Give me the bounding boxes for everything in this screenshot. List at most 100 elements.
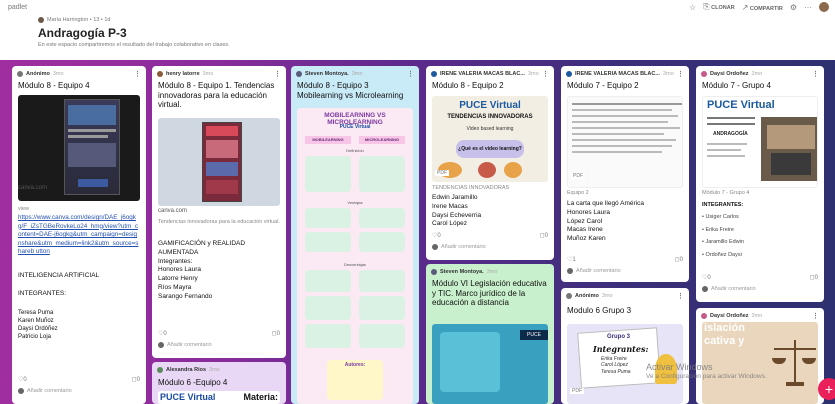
add-comment[interactable]: Añadir comentario (567, 268, 683, 274)
body-line: Carol López (432, 220, 468, 228)
page-description: En este espacio compartiremos el resulta… (38, 42, 230, 48)
post-title: Módulo 6 -Equipo 4 (158, 378, 228, 387)
like-button[interactable]: ♡0 (432, 232, 441, 239)
like-button[interactable]: ♡0 (158, 330, 167, 337)
post-thumbnail[interactable]: PUCE (432, 324, 548, 404)
poster-line: ANDRAGOGÍA (713, 131, 748, 137)
post-card[interactable]: Daysi Ordoñez 3mo ⋮ Módulo 7 - Grupo 4 P… (696, 66, 824, 302)
like-button[interactable]: ♡0 (702, 274, 711, 281)
body-line: Ríos Mayra (158, 283, 192, 291)
like-button[interactable]: ♡1 (567, 256, 576, 263)
post-time: 3mo (209, 367, 220, 373)
post-menu-icon[interactable]: ⋮ (407, 70, 414, 78)
share-button[interactable]: ↗ COMPARTIR (742, 3, 783, 12)
post-time: 3mo (52, 71, 64, 77)
comment-count[interactable]: ◻0 (540, 232, 548, 239)
post-body: GAMIFICACIÓN y REALIDAD AUMENTADA Integr… (158, 240, 280, 301)
add-comment[interactable]: Añadir comentario (702, 286, 818, 292)
post-card[interactable]: henry latorre 3mo ⋮ Módulo 8 - Equipo 1.… (152, 66, 286, 358)
comment-count[interactable]: ◻0 (132, 376, 140, 383)
poster-authors: Autores: (344, 362, 366, 368)
post-thumbnail[interactable]: PUCE Virtual Materia: (158, 391, 280, 404)
add-post-button[interactable]: + (818, 378, 835, 400)
commenter-avatar (18, 388, 24, 394)
body-line: Teresa Puma (18, 309, 54, 316)
post-card[interactable]: Steven Montoya. 3mo Módulo VI Legislació… (426, 264, 554, 404)
post-time: 3mo (751, 313, 763, 319)
post-thumbnail[interactable]: MOBILEARNING VS MICROLEARNING PUCE Virtu… (297, 108, 413, 404)
post-avatar (157, 71, 163, 77)
post-thumbnail[interactable]: PDF (567, 96, 683, 188)
comment-count[interactable]: ◻0 (272, 330, 280, 337)
post-menu-icon[interactable]: ⋮ (812, 70, 819, 78)
post-thumbnail[interactable] (158, 118, 280, 206)
post-time: 3mo (202, 71, 214, 77)
post-card[interactable]: Steven Montoya. 3mo ⋮ Módulo 8 - Equipo … (291, 66, 419, 404)
add-comment[interactable]: Añadir comentario (158, 342, 280, 348)
post-link[interactable]: https://www.canva.com/design/DAE_j6ogkg/… (18, 214, 140, 257)
add-comment[interactable]: Añadir comentario (18, 388, 140, 394)
post-card[interactable]: IRENE VALERIA MACAS BLAC... 3mo ⋮ Módulo… (561, 66, 689, 282)
post-reactions: ♡0 ◻0 (18, 376, 140, 383)
post-card[interactable]: Anónimo 3mo ⋮ Modulo 6 Grupo 3 Grupo 3 I… (561, 288, 689, 404)
poster-brand: PUCE Virtual (459, 100, 521, 111)
post-card[interactable]: Anónimo 3mo ⋮ Módulo 8 - Equipo 4 canva.… (12, 66, 146, 404)
file-tag: PDF (571, 173, 585, 179)
poster-section: Ventajas (347, 200, 363, 205)
app-brand[interactable]: padlet (8, 4, 27, 11)
post-avatar (431, 71, 437, 77)
page-title: Andragogía P-3 (38, 26, 127, 40)
post-menu-icon[interactable]: ⋮ (677, 292, 684, 300)
post-menu-icon[interactable]: ⋮ (812, 312, 819, 320)
post-author: henry latorre (166, 71, 200, 77)
post-card[interactable]: Daysi Ordoñez 3mo ⋮ islación cativa y (696, 308, 824, 404)
body-line: La carta que llegó América (567, 200, 644, 207)
post-author: Daysi Ordoñez (710, 71, 749, 77)
post-header: IRENE VALERIA MACAS BLAC... 3mo ⋮ (566, 70, 684, 78)
post-menu-icon[interactable]: ⋮ (274, 70, 281, 78)
gear-icon[interactable]: ⚙ (790, 3, 797, 12)
post-title: Módulo 8 - Equipo 2 (432, 81, 504, 90)
body-line: • Usiger Carlos (702, 214, 739, 221)
poster-line: Grupo 3 (607, 334, 631, 340)
body-line: Karen Muñoz (18, 317, 54, 324)
post-reactions: ♡0 ◻0 (702, 274, 818, 281)
post-subtitle: TENDENCIAS INNOVADORAS (432, 185, 510, 191)
like-button[interactable]: ♡0 (18, 376, 27, 383)
body-line: Sarango Fernando (158, 292, 213, 300)
post-title: Módulo 8 - Equipo 1. Tendencias innovado… (158, 81, 275, 110)
post-header: IRENE VALERIA MACAS BLAC... 3mo ⋮ (431, 70, 549, 78)
body-line: • Ordoñez Daysi (702, 251, 742, 258)
board-author: María Harrington • 13 • 1d (38, 17, 110, 23)
post-time: 3mo (351, 71, 363, 77)
poster-question: ¿Qué es el video learning? (456, 140, 524, 158)
poster-brand: PUCE Virtual (339, 124, 371, 130)
commenter-avatar (158, 342, 164, 348)
add-comment[interactable]: Añadir comentario (432, 244, 548, 250)
body-line: • Jaramillo Edwin (702, 239, 744, 246)
post-author: IRENE VALERIA MACAS BLAC... (575, 71, 660, 77)
post-menu-icon[interactable]: ⋮ (677, 70, 684, 78)
post-title: Módulo VI Legislación educativa y TIC. M… (432, 279, 547, 308)
user-avatar[interactable] (819, 2, 829, 12)
file-tag: PDF (435, 170, 449, 176)
poster-col-a: MOBILEARNING (305, 136, 351, 144)
post-thumbnail[interactable]: PUCE Virtual TENDENCIAS INNOVADORAS Vide… (432, 96, 548, 182)
body-line: INTEGRANTES: (702, 202, 744, 208)
comment-count[interactable]: ◻0 (675, 256, 683, 263)
post-card[interactable]: IRENE VALERIA MACAS BLAC... 3mo ⋮ Módulo… (426, 66, 554, 260)
post-author: Daysi Ordoñez (710, 313, 749, 319)
poster-line: Video based learning (466, 126, 514, 132)
post-card[interactable]: Alexandra Rios 3mo Módulo 6 -Equipo 4 PU… (152, 362, 286, 404)
comment-count[interactable]: ◻0 (810, 274, 818, 281)
post-menu-icon[interactable]: ⋮ (134, 70, 141, 78)
post-menu-icon[interactable]: ⋮ (542, 70, 549, 78)
more-icon[interactable]: ··· (804, 3, 812, 12)
body-line: Muñoz Karen (567, 235, 606, 243)
post-thumbnail[interactable]: PUCE Virtual ANDRAGOGÍA (702, 96, 818, 188)
star-icon[interactable]: ☆ (689, 3, 696, 12)
post-title: Módulo 8 - Equipo 4 (18, 81, 90, 90)
post-avatar (17, 71, 23, 77)
post-header: henry latorre 3mo ⋮ (157, 70, 281, 78)
clone-button[interactable]: ⎘ CLONAR (703, 2, 734, 12)
